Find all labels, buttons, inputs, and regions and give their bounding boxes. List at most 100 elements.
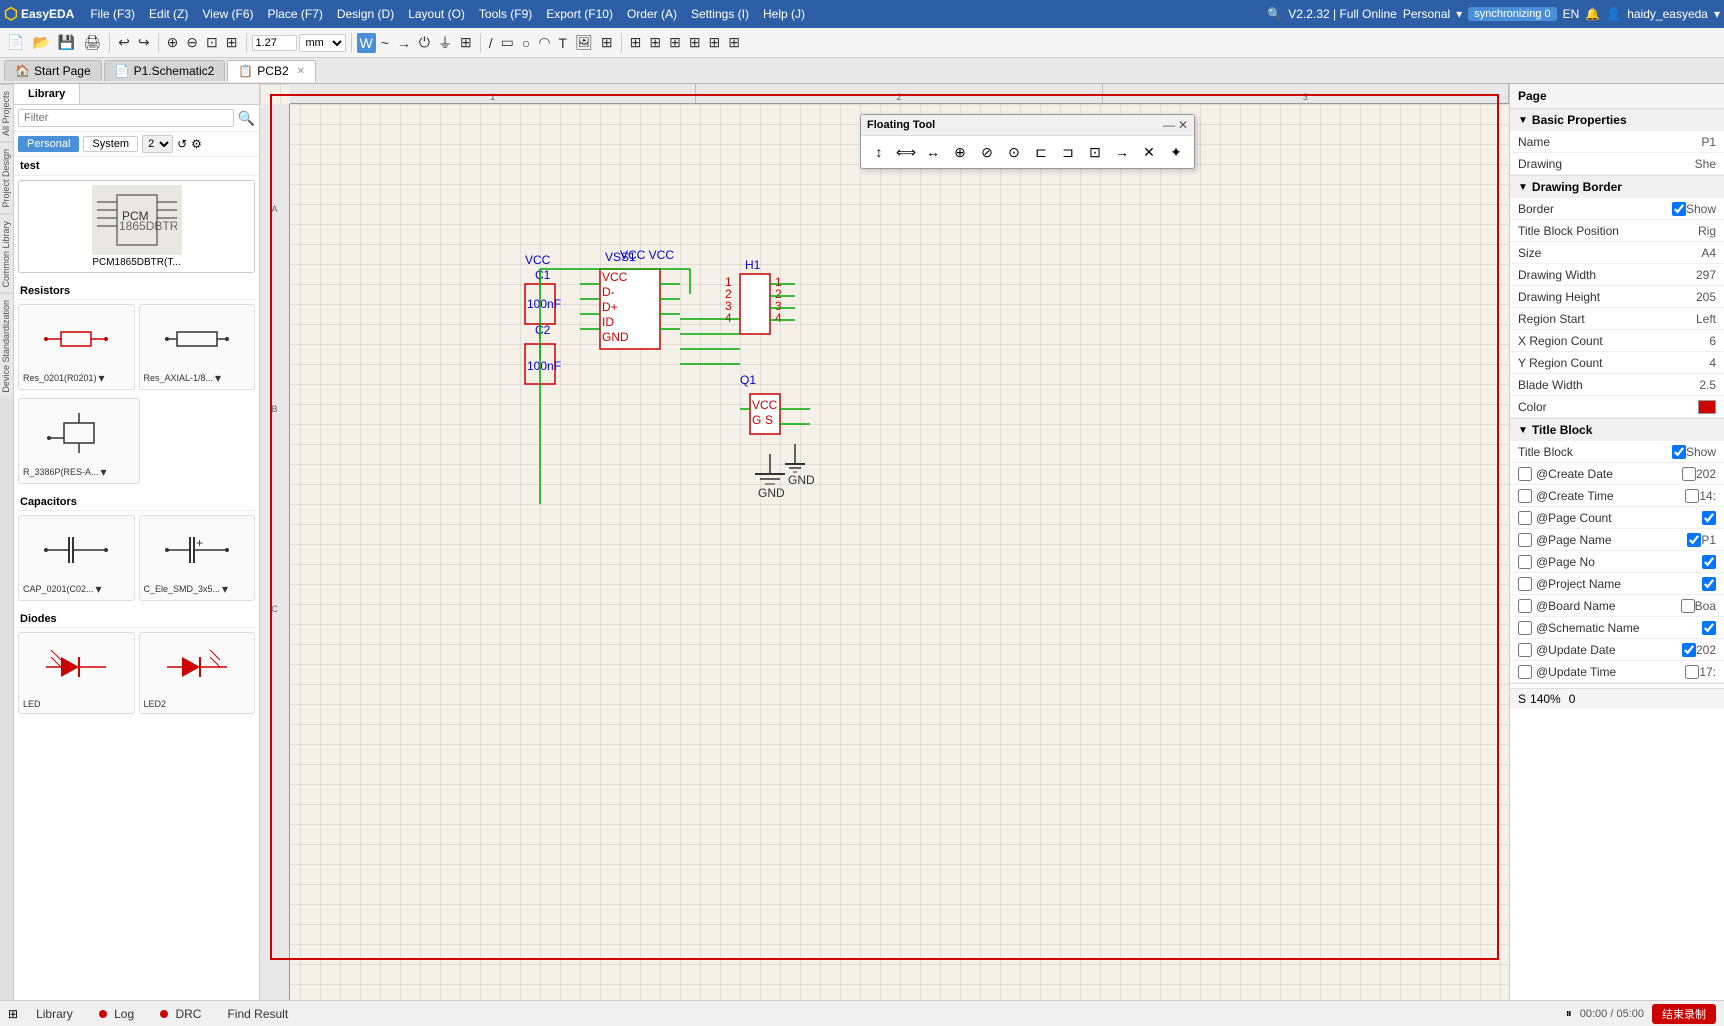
lib-item-res-axial[interactable]: Res_AXIAL-1/8...▾	[139, 304, 256, 390]
menu-design[interactable]: Design (D)	[331, 5, 400, 23]
zoom-out-btn[interactable]: ⊖	[183, 32, 201, 53]
extra-btn1[interactable]: ⊞	[627, 32, 645, 53]
tab-pcb2[interactable]: 📋 PCB2 ✕	[227, 60, 316, 82]
lang-label[interactable]: EN	[1563, 7, 1580, 21]
schematic-name-checkbox[interactable]	[1518, 621, 1532, 635]
rp-basic-header[interactable]: ▼ Basic Properties	[1510, 109, 1724, 131]
lib-pcm-item[interactable]: PCM 1865DBTR PCM1865DBTR(T...	[18, 180, 255, 273]
floating-tool-header[interactable]: Floating Tool — ✕	[861, 115, 1194, 136]
cap0201-label[interactable]: CAP_0201(C02...▾	[23, 582, 130, 596]
username-label[interactable]: haidy_easyeda	[1627, 7, 1708, 21]
ft-minimize-btn[interactable]: —	[1163, 118, 1175, 132]
create-date-checkbox[interactable]	[1518, 467, 1532, 481]
notification-icon[interactable]: 🔔	[1585, 7, 1600, 21]
res0201-label[interactable]: Res_0201(R0201)▾	[23, 371, 130, 385]
component-u1[interactable]: VSS1 VCC D- D+ ID GND VCC VCC	[580, 248, 680, 349]
update-date-checkbox[interactable]	[1518, 643, 1532, 657]
project-name-show-cb[interactable]	[1702, 577, 1716, 591]
pause-icon[interactable]: ⏸	[1566, 1006, 1572, 1021]
page-count-show-cb[interactable]	[1702, 511, 1716, 525]
menu-order[interactable]: Order (A)	[621, 5, 683, 23]
create-date-show-cb[interactable]	[1682, 467, 1696, 481]
circle-btn[interactable]: ○	[519, 33, 533, 53]
menu-file[interactable]: File (F3)	[84, 5, 141, 23]
menu-view[interactable]: View (F6)	[196, 5, 259, 23]
bus-btn[interactable]: ~	[378, 33, 392, 53]
source-personal-btn[interactable]: Personal	[18, 136, 79, 152]
bb-tab-log[interactable]: Log	[91, 1005, 142, 1023]
titleblock-checkbox[interactable]	[1672, 445, 1686, 459]
search-icon[interactable]: 🔍	[1267, 7, 1282, 21]
lib-item-r3386p[interactable]: R_3386P(RES-A...▾	[18, 398, 140, 484]
ft-btn-9[interactable]: ⊡	[1083, 140, 1107, 164]
rp-border-header[interactable]: ▼ Drawing Border	[1510, 176, 1724, 198]
rect-btn[interactable]: ▭	[498, 32, 517, 53]
ft-btn-4[interactable]: ⊕	[948, 140, 972, 164]
bb-tab-library[interactable]: Library	[28, 1005, 81, 1023]
res-axial-label[interactable]: Res_AXIAL-1/8...▾	[144, 371, 251, 385]
extra-btn5[interactable]: ⊞	[706, 32, 724, 53]
menu-settings[interactable]: Settings (I)	[685, 5, 755, 23]
lib-settings-icon[interactable]: ⚙	[191, 137, 202, 151]
new-btn[interactable]: 📄	[4, 32, 27, 53]
unit-select[interactable]: mmmilinch	[299, 34, 346, 52]
lib-item-diode2[interactable]: LED2	[139, 632, 256, 714]
open-btn[interactable]: 📂	[29, 32, 52, 53]
sidebar-project-design[interactable]: Project Design	[0, 142, 13, 214]
ft-btn-1[interactable]: ↕	[867, 140, 891, 164]
create-time-checkbox[interactable]	[1518, 489, 1532, 503]
ft-close-btn[interactable]: ✕	[1178, 118, 1188, 132]
sidebar-all-projects[interactable]: All Projects	[0, 84, 13, 142]
line-btn[interactable]: /	[486, 33, 496, 53]
page-count-checkbox[interactable]	[1518, 511, 1532, 525]
board-name-checkbox[interactable]	[1518, 599, 1532, 613]
project-name-checkbox[interactable]	[1518, 577, 1532, 591]
power-btn[interactable]: ⏻	[416, 32, 433, 53]
arc-btn[interactable]: ◠	[535, 32, 553, 53]
component-q1[interactable]: Q1 VCC G S GND	[740, 373, 815, 487]
zoom-input[interactable]	[252, 35, 297, 51]
menu-help[interactable]: Help (J)	[757, 5, 811, 23]
page-name-show-cb[interactable]	[1687, 533, 1701, 547]
tab-close-icon[interactable]: ✕	[297, 66, 305, 77]
ft-btn-8[interactable]: ⊐	[1056, 140, 1080, 164]
user-avatar-icon[interactable]: 👤	[1606, 7, 1621, 21]
lib-item-diode1[interactable]: LED	[18, 632, 135, 714]
bb-tab-drc[interactable]: DRC	[152, 1005, 209, 1023]
end-record-btn[interactable]: 结束录制	[1652, 1004, 1716, 1024]
schematic-name-show-cb[interactable]	[1702, 621, 1716, 635]
extra-btn6[interactable]: ⊞	[725, 32, 743, 53]
menu-place[interactable]: Place (F7)	[261, 5, 328, 23]
ft-btn-5[interactable]: ⊘	[975, 140, 999, 164]
image-btn[interactable]: 🖼	[572, 32, 596, 53]
filter-search-icon[interactable]: 🔍	[238, 110, 255, 127]
zoom-select-btn[interactable]: ⊞	[223, 32, 241, 53]
menu-export[interactable]: Export (F10)	[540, 5, 619, 23]
table-btn[interactable]: ⊞	[598, 32, 616, 53]
netlabel-btn[interactable]: →	[394, 33, 414, 53]
page-no-checkbox[interactable]	[1518, 555, 1532, 569]
bb-tab-find-result[interactable]: Find Result	[219, 1005, 296, 1023]
extra-btn3[interactable]: ⊞	[666, 32, 684, 53]
update-time-checkbox[interactable]	[1518, 665, 1532, 679]
personal-arrow-icon[interactable]: ▾	[1456, 7, 1462, 21]
border-checkbox[interactable]	[1672, 202, 1686, 216]
menu-tools[interactable]: Tools (F9)	[473, 5, 538, 23]
update-date-show-cb[interactable]	[1682, 643, 1696, 657]
extra-btn4[interactable]: ⊞	[686, 32, 704, 53]
color-swatch[interactable]	[1698, 400, 1716, 414]
source-system-btn[interactable]: System	[83, 136, 138, 152]
component-h1[interactable]: H1 1 2 3 4 1 2 3 4	[725, 258, 795, 334]
ft-btn-6[interactable]: ⊙	[1002, 140, 1026, 164]
update-time-show-cb[interactable]	[1685, 665, 1699, 679]
ft-btn-3[interactable]: ↔	[921, 140, 945, 164]
menu-layout[interactable]: Layout (O)	[402, 5, 471, 23]
ft-btn-10[interactable]: →	[1110, 140, 1134, 164]
wire-btn[interactable]: W	[357, 33, 376, 53]
schematic-svg[interactable]: C1 100nF C2 100nF VCC VSS1	[290, 104, 1509, 980]
text-btn[interactable]: T	[556, 33, 571, 53]
lib-refresh-btn[interactable]: ↺	[177, 137, 187, 151]
tab-schematic2[interactable]: 📄 P1.Schematic2	[104, 60, 226, 81]
zoom-in-btn[interactable]: ⊕	[164, 32, 182, 53]
lib-tab-library[interactable]: Library	[14, 84, 80, 104]
